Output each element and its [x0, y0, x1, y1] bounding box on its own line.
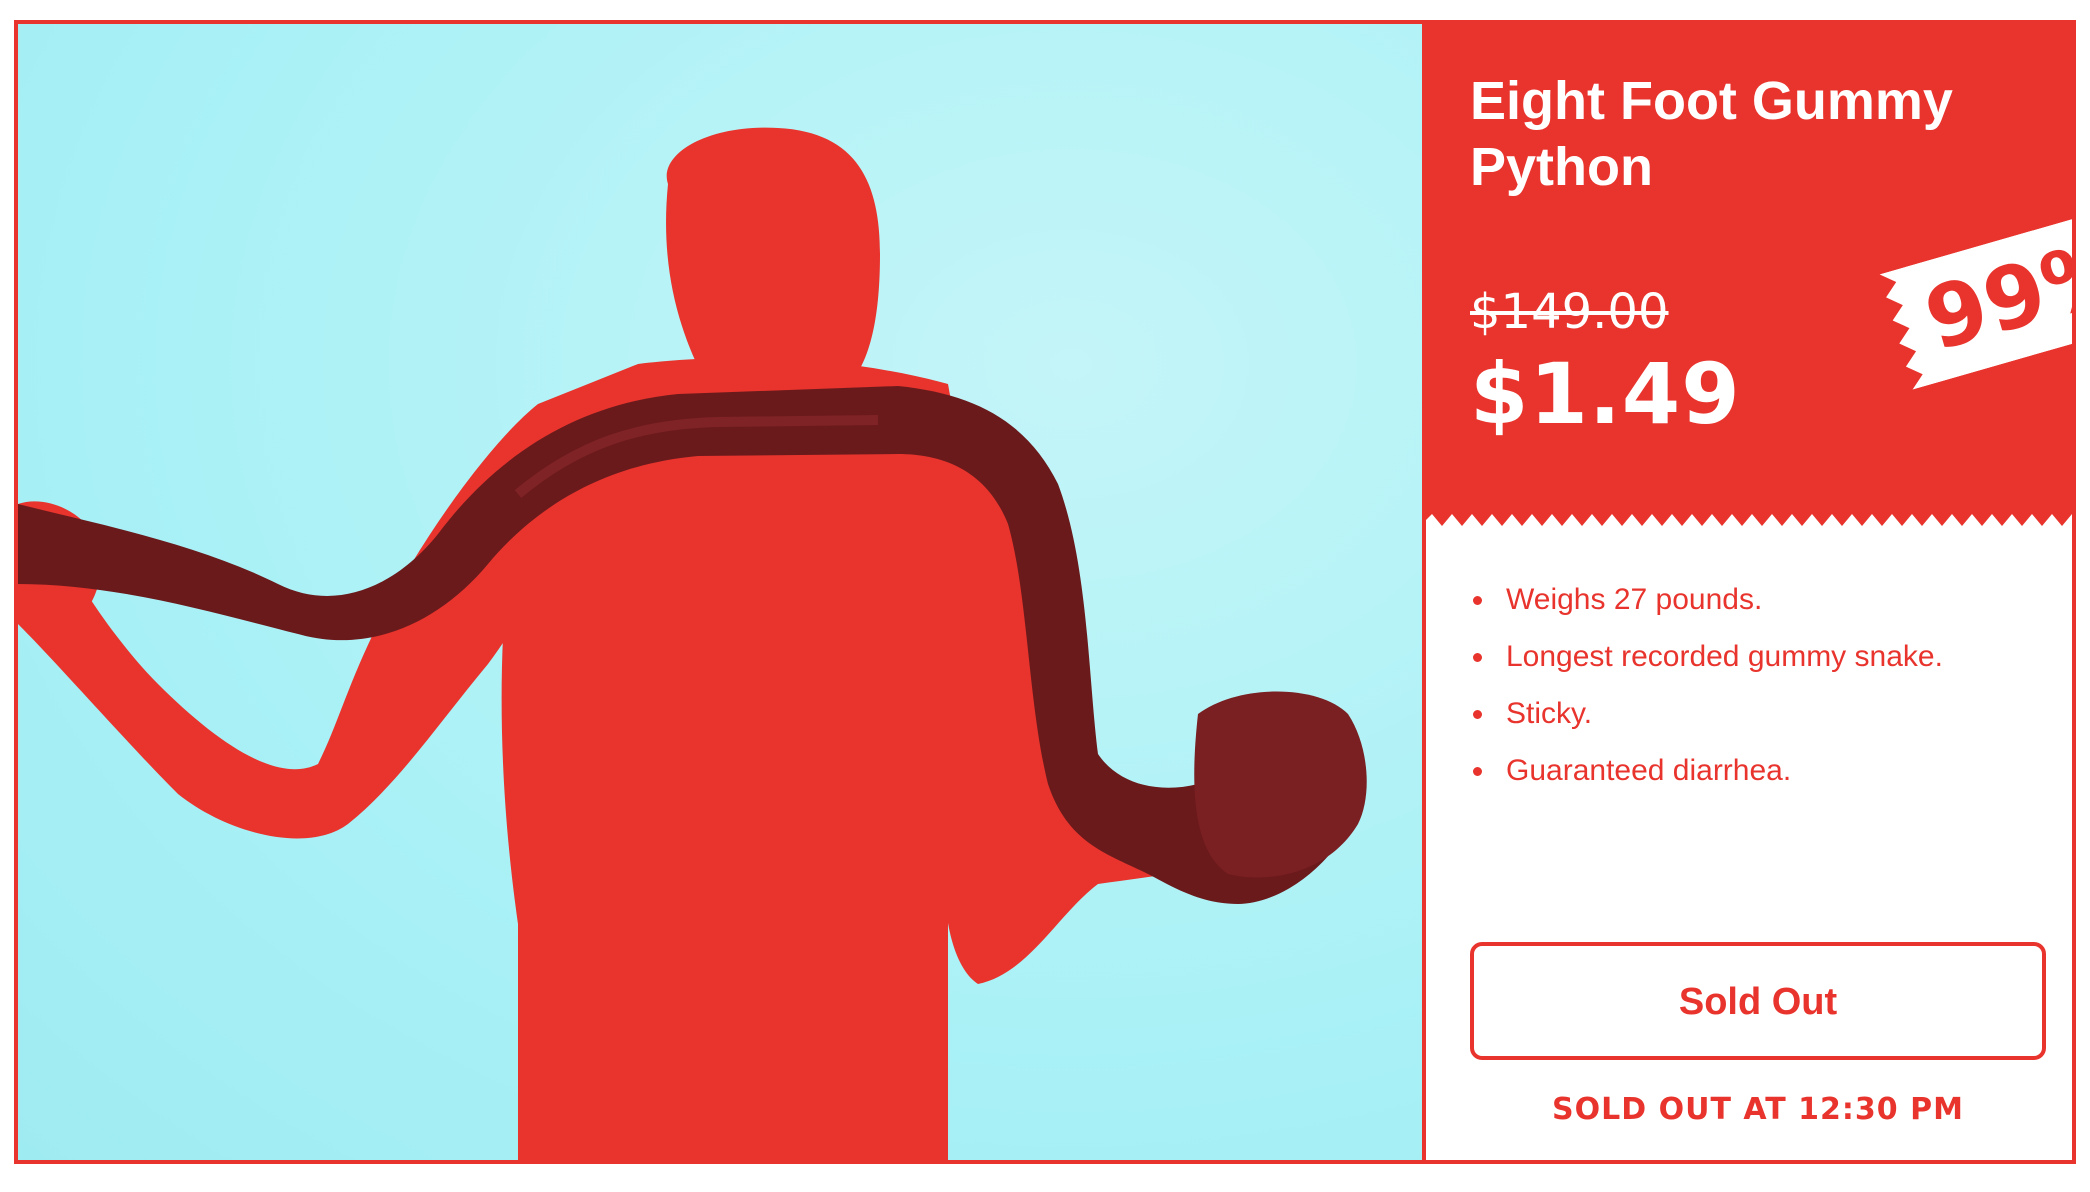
product-title: Eight Foot Gummy Python [1470, 71, 1953, 197]
product-card: Eight Foot Gummy Python $149.00 $1.49 99… [14, 20, 2076, 1164]
person-silhouette [18, 127, 1332, 1160]
list-item: Sticky. [1470, 698, 1943, 730]
product-info-panel: Eight Foot Gummy Python $149.00 $1.49 99… [1426, 24, 2072, 1160]
original-price: $149.00 [1470, 284, 1669, 340]
feature-list: Weighs 27 pounds. Longest recorded gummy… [1470, 584, 1943, 812]
list-item: Longest recorded gummy snake. [1470, 641, 1943, 673]
sold-out-timestamp: SOLD OUT AT 12:30 PM [1552, 1092, 1964, 1127]
product-photo-illustration [18, 127, 1367, 1160]
list-item: Weighs 27 pounds. [1470, 584, 1943, 616]
sale-price: $1.49 [1470, 345, 1741, 443]
list-item: Guaranteed diarrhea. [1470, 755, 1943, 787]
zigzag-divider [1426, 512, 2072, 526]
sold-out-button[interactable]: Sold Out [1470, 942, 2046, 1060]
product-photo [18, 24, 1426, 1160]
